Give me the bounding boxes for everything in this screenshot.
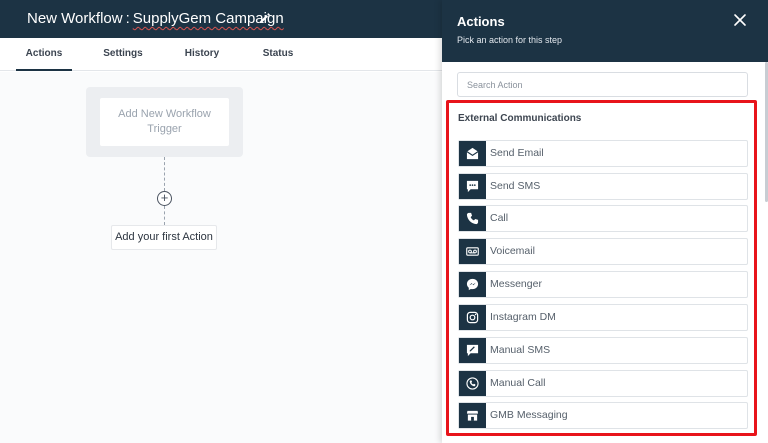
plus-circle-icon[interactable]: + [157, 191, 172, 206]
action-label: Manual SMS [490, 344, 551, 356]
close-icon[interactable] [732, 12, 748, 28]
action-call[interactable]: Call [458, 205, 748, 232]
action-label: Send Email [490, 147, 544, 159]
action-label: Call [490, 212, 509, 224]
section-title: External Communications [458, 113, 582, 124]
add-trigger-button[interactable]: Add New Workflow Trigger [100, 98, 229, 146]
connector-line-top [164, 157, 165, 191]
trigger-container: Add New Workflow Trigger [86, 87, 243, 157]
gmb-store-icon [459, 403, 486, 428]
action-label: Send SMS [490, 180, 541, 192]
workflow-title-separator: : [125, 10, 130, 27]
manual-call-icon [459, 371, 486, 396]
tab-history[interactable]: History [181, 38, 223, 71]
tab-settings[interactable]: Settings [100, 38, 146, 71]
panel-header: Actions Pick an action for this step [442, 0, 768, 62]
voicemail-icon [459, 239, 486, 264]
action-voicemail[interactable]: Voicemail [458, 238, 748, 265]
tab-bar: Actions Settings History Status [0, 38, 442, 71]
action-label: Manual Call [490, 377, 546, 389]
action-manual-call[interactable]: Manual Call [458, 370, 748, 397]
manual-sms-icon [459, 338, 486, 363]
action-send-sms[interactable]: Send SMS [458, 173, 748, 200]
workflow-title-prefix: New Workflow [27, 10, 123, 27]
action-label: Messenger [490, 278, 542, 290]
phone-icon [459, 206, 486, 231]
search-action-input[interactable] [457, 72, 748, 97]
action-messenger[interactable]: Messenger [458, 271, 748, 298]
instagram-icon [459, 305, 486, 330]
actions-panel: Actions Pick an action for this step Ext… [442, 0, 768, 443]
panel-title: Actions [457, 14, 505, 29]
envelope-icon [459, 141, 486, 166]
action-manual-sms[interactable]: Manual SMS [458, 337, 748, 364]
add-first-action-button[interactable]: Add your first Action [111, 225, 217, 250]
action-label: Voicemail [490, 245, 535, 257]
action-send-email[interactable]: Send Email [458, 140, 748, 167]
tab-status[interactable]: Status [259, 38, 297, 71]
workflow-title: New Workflow: SupplyGem Campaign [27, 10, 284, 27]
action-label: Instagram DM [490, 311, 556, 323]
messenger-icon [459, 272, 486, 297]
pencil-icon[interactable] [259, 12, 271, 24]
action-gmb-messaging[interactable]: GMB Messaging [458, 402, 748, 429]
panel-subtitle: Pick an action for this step [457, 35, 563, 45]
action-instagram-dm[interactable]: Instagram DM [458, 304, 748, 331]
chat-bubble-icon [459, 174, 486, 199]
tab-actions[interactable]: Actions [16, 38, 72, 71]
connector-line-bottom [164, 206, 165, 225]
action-label: GMB Messaging [490, 409, 568, 421]
workflow-canvas: Add New Workflow Trigger + Add your firs… [0, 72, 442, 443]
